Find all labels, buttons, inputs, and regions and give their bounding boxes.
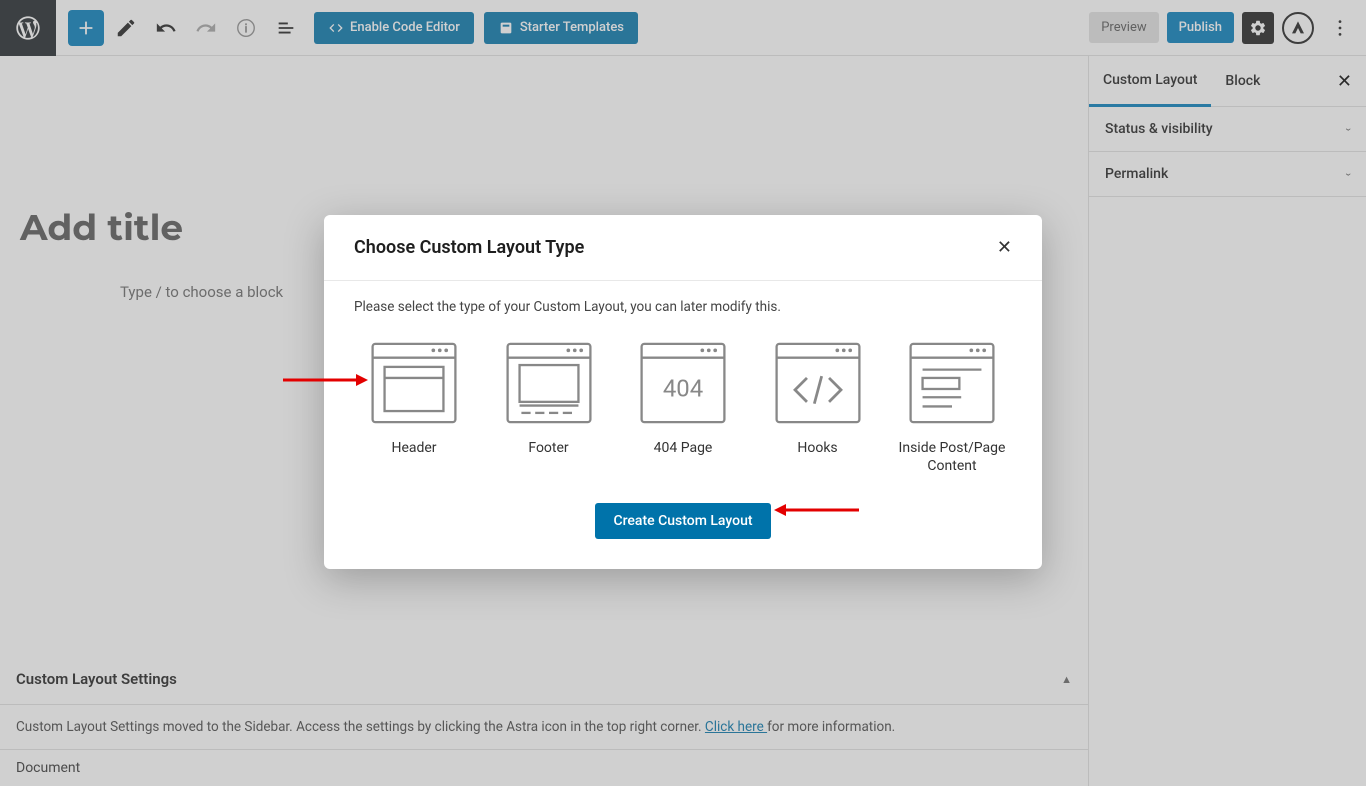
layout-option-label: Inside Post/Page Content [892,439,1012,475]
annotation-arrow-header [278,370,368,394]
layout-option-label: 404 Page [623,439,743,457]
modal-overlay: Choose Custom Layout Type ✕ Please selec… [0,0,1366,786]
modal-description: Please select the type of your Custom La… [354,299,1012,315]
svg-text:404: 404 [663,374,703,402]
modal-title: Choose Custom Layout Type [354,237,584,258]
modal-close-button[interactable]: ✕ [997,237,1012,258]
hooks-layout-icon [772,339,864,427]
header-layout-icon [368,339,460,427]
layout-option-hooks[interactable]: Hooks [758,339,878,475]
create-custom-layout-button[interactable]: Create Custom Layout [595,503,770,539]
custom-layout-modal: Choose Custom Layout Type ✕ Please selec… [324,215,1042,569]
layout-option-label: Hooks [758,439,878,457]
modal-header: Choose Custom Layout Type ✕ [324,215,1042,281]
modal-body: Please select the type of your Custom La… [324,281,1042,569]
layout-option-header[interactable]: Header [354,339,474,475]
annotation-arrow-create [774,500,864,524]
inside-content-layout-icon [906,339,998,427]
layout-option-footer[interactable]: Footer [489,339,609,475]
layout-option-label: Footer [489,439,609,457]
layout-option-label: Header [354,439,474,457]
layout-options: Header Footer [354,339,1012,475]
404-layout-icon: 404 [637,339,729,427]
layout-option-404[interactable]: 404 404 Page [623,339,743,475]
footer-layout-icon [503,339,595,427]
layout-option-inside-content[interactable]: Inside Post/Page Content [892,339,1012,475]
